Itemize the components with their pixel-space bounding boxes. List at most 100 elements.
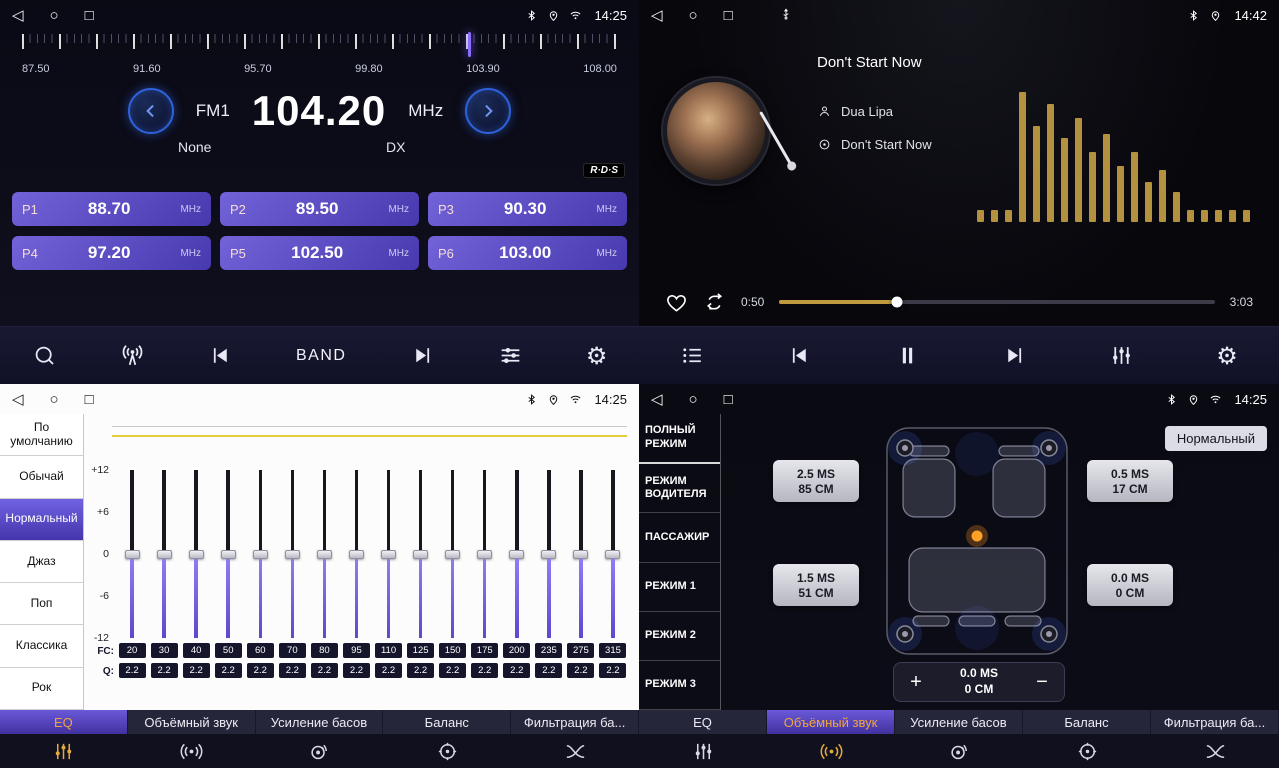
eq-slider-8[interactable]	[381, 470, 397, 638]
sf-mode-1[interactable]: РЕЖИМ ВОДИТЕЛЯ	[639, 464, 720, 513]
home-button[interactable]: ○	[50, 392, 59, 407]
back-button[interactable]: ◁	[651, 8, 663, 23]
crossover-icon[interactable]	[1151, 734, 1279, 768]
eq-slider-9[interactable]	[413, 470, 429, 638]
sf-mode-4[interactable]: РЕЖИМ 2	[639, 612, 720, 661]
eq-slider-handle[interactable]	[445, 550, 460, 559]
recents-button[interactable]: □	[85, 392, 94, 407]
eq-slider-6[interactable]	[316, 470, 332, 638]
tab-2[interactable]: Усиление басов	[256, 710, 384, 734]
repeat-icon[interactable]	[703, 291, 726, 314]
eq-slider-handle[interactable]	[413, 550, 428, 559]
sound-profile-button[interactable]: Нормальный	[1165, 426, 1267, 451]
tab-1[interactable]: Объёмный звук	[128, 710, 256, 734]
home-button[interactable]: ○	[689, 392, 698, 407]
eq-slider-11[interactable]	[477, 470, 493, 638]
back-button[interactable]: ◁	[651, 392, 663, 407]
sf-mode-3[interactable]: РЕЖИМ 1	[639, 563, 720, 612]
equalizer-icon[interactable]	[1109, 343, 1134, 368]
preset-p4[interactable]: P497.20MHz	[12, 236, 211, 270]
eq-slider-handle[interactable]	[605, 550, 620, 559]
tab-3[interactable]: Баланс	[383, 710, 511, 734]
recents-button[interactable]: □	[724, 392, 733, 407]
eq-slider-handle[interactable]	[285, 550, 300, 559]
eq-slider-handle[interactable]	[573, 550, 588, 559]
eq-slider-10[interactable]	[445, 470, 461, 638]
tab-1[interactable]: Объёмный звук	[767, 710, 895, 734]
eq-slider-7[interactable]	[348, 470, 364, 638]
eq-slider-15[interactable]	[605, 470, 621, 638]
eq-slider-1[interactable]	[156, 470, 172, 638]
sf-mode-0[interactable]: ПОЛНЫЙ РЕЖИМ	[639, 414, 720, 464]
eq-slider-3[interactable]	[220, 470, 236, 638]
tune-settings-icon[interactable]	[498, 343, 523, 368]
eq-slider-handle[interactable]	[317, 550, 332, 559]
previous-track-icon[interactable]	[787, 343, 812, 368]
eq-slider-handle[interactable]	[381, 550, 396, 559]
next-station-icon[interactable]	[410, 343, 435, 368]
balance-icon[interactable]	[383, 734, 511, 768]
listener-position-dot[interactable]	[972, 531, 983, 542]
decrease-button[interactable]: −	[1020, 671, 1064, 694]
tune-up-button[interactable]	[465, 88, 511, 134]
increase-button[interactable]: +	[894, 671, 938, 694]
eq-slider-14[interactable]	[573, 470, 589, 638]
previous-station-icon[interactable]	[208, 343, 233, 368]
eq-slider-handle[interactable]	[189, 550, 204, 559]
tab-0[interactable]: EQ	[639, 710, 767, 734]
eq-slider-handle[interactable]	[477, 550, 492, 559]
settings-gear-icon[interactable]: ⚙	[1216, 344, 1238, 368]
eq-slider-handle[interactable]	[509, 550, 524, 559]
preset-p3[interactable]: P390.30MHz	[428, 192, 627, 226]
progress-thumb[interactable]	[891, 297, 902, 308]
eq-slider-handle[interactable]	[157, 550, 172, 559]
eq-preset-3[interactable]: Джаз	[0, 541, 83, 583]
eq-slider-4[interactable]	[252, 470, 268, 638]
eq-slider-12[interactable]	[509, 470, 525, 638]
favorite-icon[interactable]	[665, 291, 688, 314]
tab-4[interactable]: Фильтрация ба...	[1151, 710, 1279, 734]
pause-icon[interactable]	[895, 343, 920, 368]
eq-slider-2[interactable]	[188, 470, 204, 638]
playlist-icon[interactable]	[680, 343, 705, 368]
preset-p1[interactable]: P188.70MHz	[12, 192, 211, 226]
back-button[interactable]: ◁	[12, 8, 24, 23]
eq-preset-1[interactable]: Обычай	[0, 456, 83, 498]
eq-preset-6[interactable]: Рок	[0, 668, 83, 710]
broadcast-icon[interactable]	[120, 343, 145, 368]
eq-slider-handle[interactable]	[253, 550, 268, 559]
tab-4[interactable]: Фильтрация ба...	[511, 710, 639, 734]
progress-bar[interactable]	[779, 300, 1214, 304]
tune-down-button[interactable]	[128, 88, 174, 134]
recents-button[interactable]: □	[85, 8, 94, 23]
eq-bands-icon[interactable]	[0, 734, 128, 768]
scan-icon[interactable]	[32, 343, 57, 368]
tab-3[interactable]: Баланс	[1023, 710, 1151, 734]
next-track-icon[interactable]	[1002, 343, 1027, 368]
balance-icon[interactable]	[1023, 734, 1151, 768]
back-button[interactable]: ◁	[12, 392, 24, 407]
bass-boost-icon[interactable]	[256, 734, 384, 768]
tab-0[interactable]: EQ	[0, 710, 128, 734]
eq-slider-handle[interactable]	[541, 550, 556, 559]
eq-preset-0[interactable]: По умолчанию	[0, 414, 83, 456]
eq-preset-4[interactable]: Поп	[0, 583, 83, 625]
eq-bands-icon[interactable]	[639, 734, 767, 768]
preset-p5[interactable]: P5102.50MHz	[220, 236, 419, 270]
frequency-ruler[interactable]: 87.5091.6095.7099.80103.90108.00	[22, 34, 617, 75]
band-button[interactable]: BAND	[296, 347, 346, 365]
preset-p2[interactable]: P289.50MHz	[220, 192, 419, 226]
surround-icon[interactable]	[128, 734, 256, 768]
eq-slider-0[interactable]	[124, 470, 140, 638]
tab-2[interactable]: Усиление басов	[895, 710, 1023, 734]
crossover-icon[interactable]	[511, 734, 639, 768]
settings-gear-icon[interactable]: ⚙	[586, 344, 608, 368]
surround-icon[interactable]	[767, 734, 895, 768]
eq-slider-handle[interactable]	[349, 550, 364, 559]
eq-slider-handle[interactable]	[125, 550, 140, 559]
home-button[interactable]: ○	[689, 8, 698, 23]
recents-button[interactable]: □	[724, 8, 733, 23]
bass-boost-icon[interactable]	[895, 734, 1023, 768]
sf-mode-5[interactable]: РЕЖИМ 3	[639, 661, 720, 710]
eq-slider-13[interactable]	[541, 470, 557, 638]
